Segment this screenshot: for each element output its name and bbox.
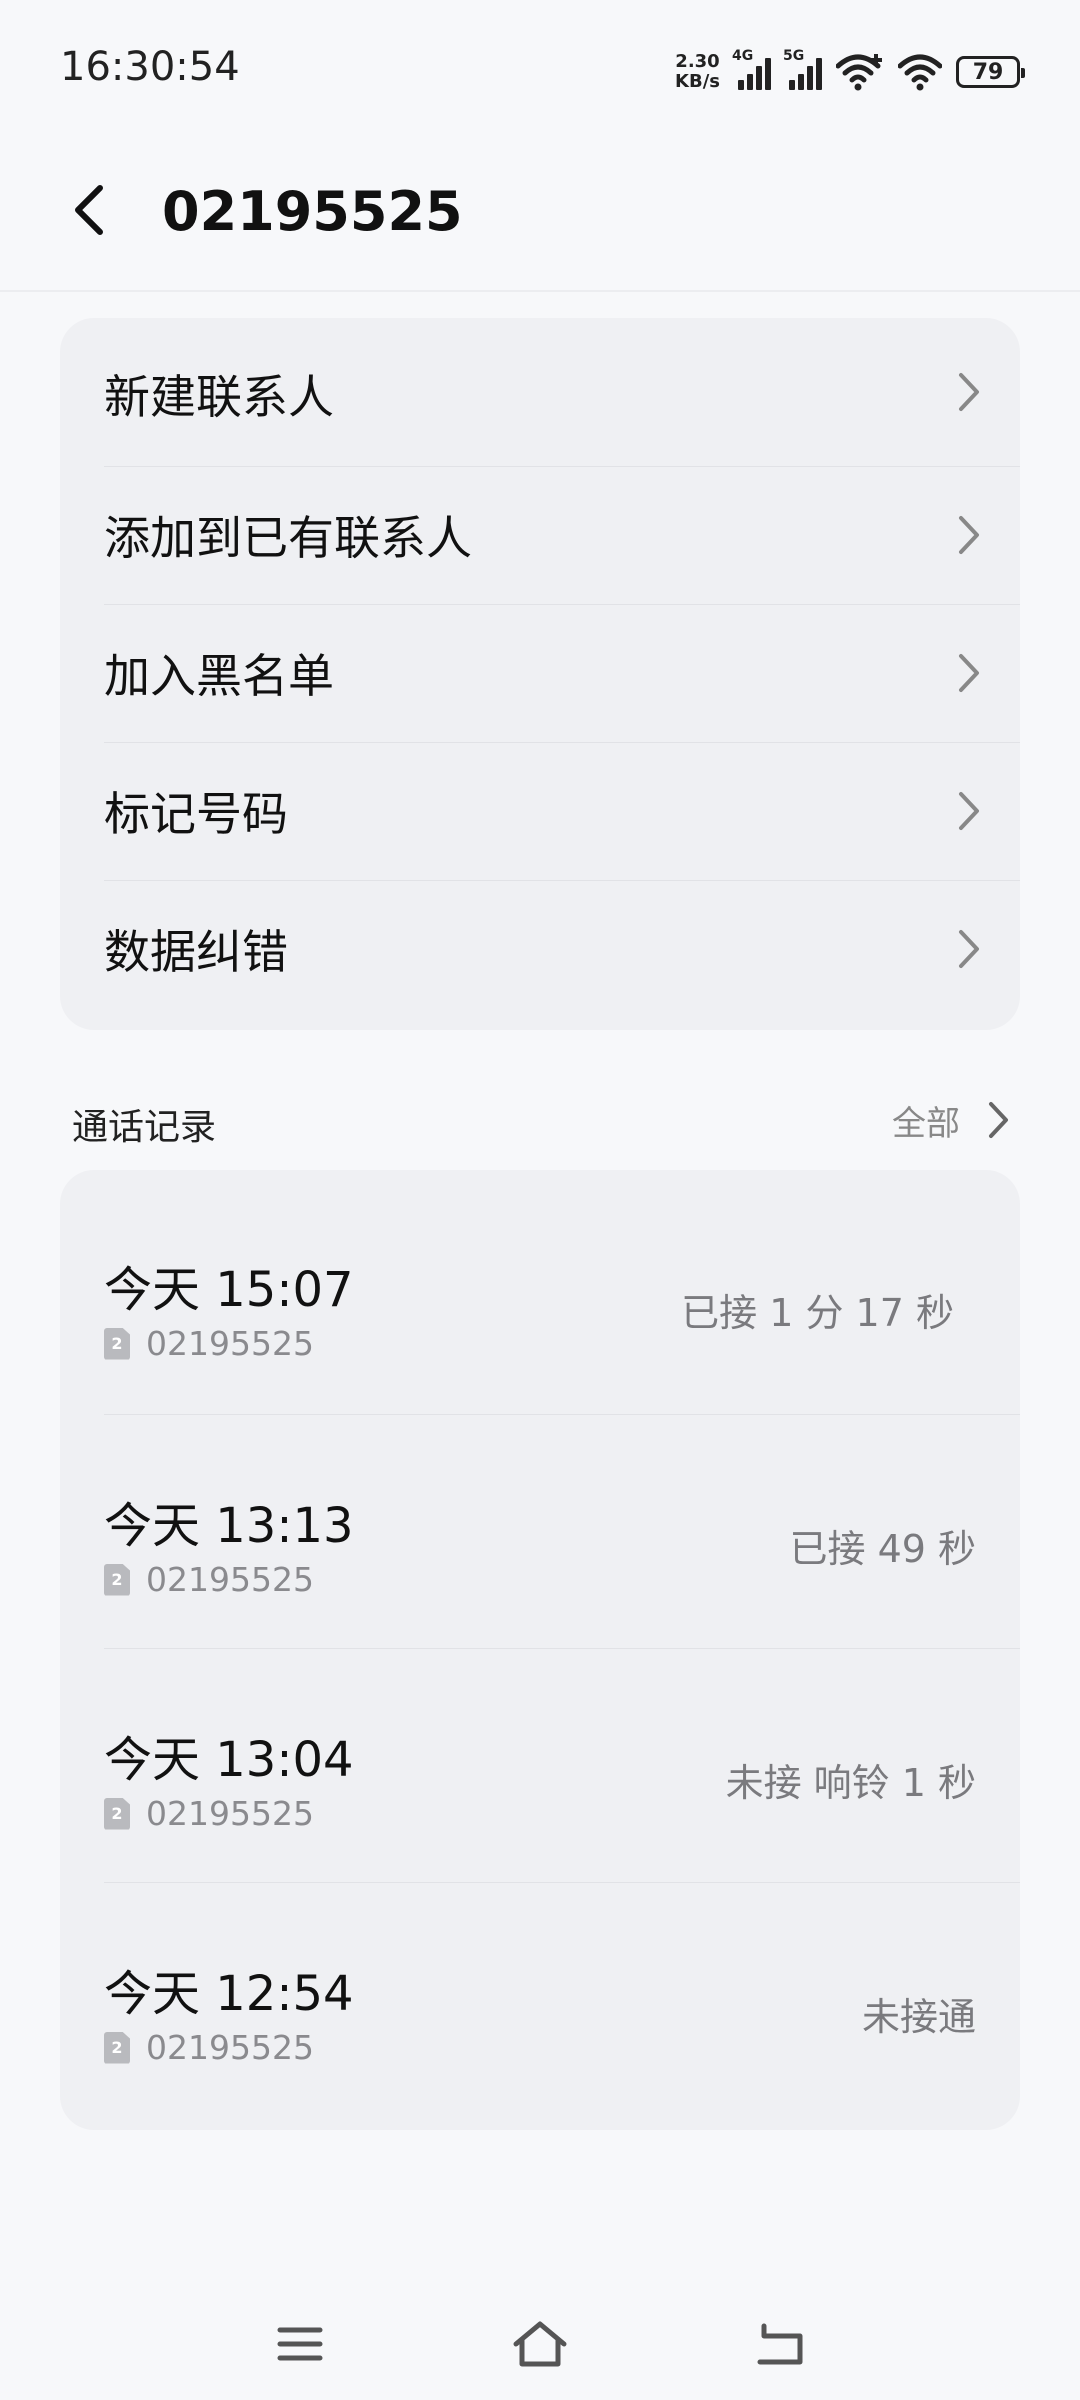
- network-speed-unit: KB/s: [675, 71, 720, 92]
- actions-menu: 新建联系人 添加到已有联系人 加入黑名单 标记号码 数据纠错: [60, 318, 1020, 1030]
- chevron-right-icon: [959, 516, 979, 554]
- call-log-header: 通话记录 全部: [72, 1090, 1012, 1150]
- call-number-row: 2 02195525: [104, 1794, 314, 1833]
- call-number: 02195525: [146, 1324, 314, 1363]
- call-number: 02195525: [146, 2028, 314, 2067]
- menu-item-add-to-existing[interactable]: 添加到已有联系人: [60, 466, 1020, 604]
- call-time: 今天 13:13: [104, 1498, 354, 1554]
- call-number: 02195525: [146, 1794, 314, 1833]
- battery-icon: 79: [956, 56, 1025, 88]
- call-time: 今天 13:04: [104, 1732, 354, 1788]
- menu-item-label: 加入黑名单: [104, 649, 334, 703]
- battery-level: 79: [972, 59, 1004, 85]
- menu-item-new-contact[interactable]: 新建联系人: [60, 318, 1020, 466]
- menu-item-mark-number[interactable]: 标记号码: [60, 742, 1020, 880]
- sim-card-icon: 2: [104, 1563, 130, 1596]
- signal-sim1-icon: 4G: [732, 48, 771, 90]
- sim1-network-type: 4G: [732, 48, 754, 64]
- call-number-row: 2 02195525: [104, 1560, 314, 1599]
- status-time: 16:30:54: [60, 44, 240, 90]
- menu-item-blacklist[interactable]: 加入黑名单: [60, 604, 1020, 742]
- chevron-right-icon: [959, 930, 979, 968]
- status-bar: 16:30:54 2.30 KB/s 4G 5G 79: [0, 0, 1080, 140]
- view-all-button[interactable]: 全部: [892, 1090, 1012, 1150]
- chevron-right-icon: [989, 1102, 1008, 1138]
- network-speed-value: 2.30: [675, 51, 720, 72]
- nav-back-button[interactable]: [750, 2314, 810, 2374]
- wifi-icon: [898, 54, 942, 91]
- app-bar: 02195525: [0, 140, 1080, 292]
- call-log-entry[interactable]: 今天 12:54 2 02195525 未接通: [60, 1882, 1020, 2116]
- sim2-network-type: 5G: [783, 48, 805, 64]
- sim-card-icon: 2: [104, 1797, 130, 1830]
- call-time: 今天 15:07: [104, 1262, 354, 1318]
- call-status: 已接 49 秒: [789, 1527, 976, 1571]
- call-number: 02195525: [146, 1560, 314, 1599]
- call-log-entry[interactable]: 今天 13:04 2 02195525 未接 响铃 1 秒: [60, 1648, 1020, 1882]
- menu-item-label: 新建联系人: [104, 370, 334, 424]
- page-title: 02195525: [162, 180, 463, 243]
- signal-sim2-icon: 5G: [783, 48, 822, 90]
- call-number-row: 2 02195525: [104, 1324, 314, 1363]
- call-log-entry[interactable]: 今天 13:13 2 02195525 已接 49 秒: [60, 1414, 1020, 1648]
- status-icons: 2.30 KB/s 4G 5G 79: [675, 48, 1025, 94]
- call-number-row: 2 02195525: [104, 2028, 314, 2067]
- nav-menu-button[interactable]: [270, 2314, 330, 2374]
- back-arrow-icon: [75, 185, 103, 235]
- view-all-label: 全部: [892, 1103, 960, 1144]
- wifi-plus-icon: [836, 54, 882, 91]
- menu-item-data-correction[interactable]: 数据纠错: [60, 880, 1020, 1018]
- menu-icon: [277, 2327, 323, 2361]
- call-log-title: 通话记录: [72, 1107, 217, 1148]
- chevron-right-icon: [959, 373, 979, 411]
- back-icon: [757, 2323, 803, 2365]
- call-status: 未接通: [861, 1995, 976, 2039]
- menu-item-label: 标记号码: [104, 787, 288, 841]
- system-nav-bar: [0, 2280, 1080, 2400]
- sim-card-icon: 2: [104, 1327, 130, 1360]
- network-speed: 2.30 KB/s: [675, 52, 720, 92]
- home-icon: [513, 2321, 567, 2367]
- chevron-right-icon: [959, 792, 979, 830]
- call-status: 已接 1 分 17 秒: [681, 1291, 954, 1335]
- back-button[interactable]: [60, 180, 120, 240]
- chevron-right-icon: [959, 654, 979, 692]
- call-log-entry[interactable]: 今天 15:07 2 02195525 已接 1 分 17 秒: [60, 1170, 1020, 1414]
- menu-item-label: 添加到已有联系人: [104, 511, 472, 565]
- nav-home-button[interactable]: [510, 2314, 570, 2374]
- sim-card-icon: 2: [104, 2031, 130, 2064]
- call-time: 今天 12:54: [104, 1966, 354, 2022]
- call-status: 未接 响铃 1 秒: [725, 1761, 976, 1805]
- menu-item-label: 数据纠错: [104, 925, 288, 979]
- call-log-list: 今天 15:07 2 02195525 已接 1 分 17 秒 今天 13:13…: [60, 1170, 1020, 2130]
